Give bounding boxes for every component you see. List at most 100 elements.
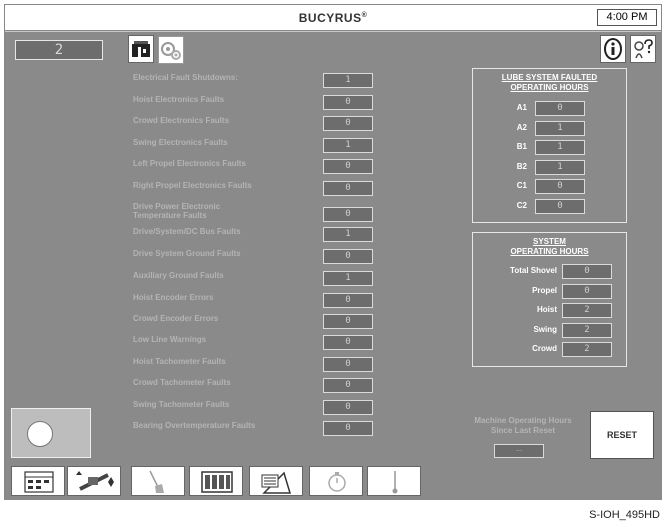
lube-label: A2 (516, 122, 527, 132)
fault-label: Hoist Electronics Faults (133, 95, 225, 104)
fault-label: Bearing Overtemperature Faults (133, 421, 256, 430)
lube-label: B2 (516, 161, 527, 171)
fault-label: Crowd Tachometer Faults (133, 378, 231, 387)
brand-title: BUCYRUS® (298, 11, 368, 25)
tab-bar (122, 32, 661, 64)
fault-row: Swing Tachometer Faults 0 (133, 400, 373, 416)
system-label: Crowd (532, 344, 557, 353)
tool-bins[interactable] (189, 466, 243, 496)
fault-label: Auxiliary Ground Faults (133, 271, 224, 280)
left-panel: 2 (5, 32, 122, 462)
fault-row: Right Propel Electronics Faults 0 (133, 181, 373, 197)
info-button[interactable] (600, 35, 626, 63)
gears-icon (161, 42, 181, 60)
tool-brush[interactable] (131, 466, 185, 496)
fault-count: 0 (323, 116, 373, 131)
fault-label: Crowd Encoder Errors (133, 314, 219, 323)
lube-hours: 1 (535, 140, 585, 155)
system-hours: 0 (562, 264, 612, 279)
fault-count: 0 (323, 357, 373, 372)
fault-label: Right Propel Electronics Faults (133, 181, 252, 190)
system-label: Total Shovel (510, 266, 557, 275)
fault-count: 1 (323, 138, 373, 153)
fault-count: 1 (323, 73, 373, 88)
fault-label: Crowd Electronics Faults (133, 116, 230, 125)
lube-hours: 0 (535, 198, 585, 214)
help-button[interactable] (630, 35, 656, 63)
system-hours: 2 (562, 303, 612, 318)
fault-row: Crowd Tachometer Faults 0 (133, 378, 373, 394)
fault-row: Crowd Electronics Faults 0 (133, 116, 373, 132)
fault-label: Low Line Warnings (133, 335, 207, 344)
fault-label: Drive System Ground Faults (133, 249, 241, 258)
lube-label: C2 (516, 200, 527, 210)
fault-label: Swing Electronics Faults (133, 138, 228, 147)
system-hours: 2 (562, 342, 612, 357)
fault-label: Swing Tachometer Faults (133, 400, 230, 409)
fault-row: Low Line Warnings 0 (133, 335, 373, 351)
system-hours: 2 (562, 322, 612, 338)
triangle-note-icon (261, 471, 292, 494)
bins-icon (201, 471, 233, 493)
knob-icon[interactable] (27, 421, 53, 447)
fault-count: 0 (323, 293, 373, 308)
tab-shovel[interactable] (128, 35, 154, 63)
fault-row: Hoist Tachometer Faults 0 (133, 357, 373, 373)
figure-caption: S-IOH_495HD (589, 509, 660, 521)
fault-count: 0 (323, 95, 373, 110)
fault-row: Hoist Encoder Errors 0 (133, 293, 373, 309)
lube-label: A1 (516, 103, 527, 112)
tool-timer[interactable] (309, 466, 363, 496)
brush-icon (149, 470, 164, 493)
fault-row: Drive Power Electronic Temperature Fault… (133, 202, 373, 222)
lube-label: B1 (516, 142, 527, 151)
system-hours-panel: SYSTEM OPERATING HOURS Total Shovel 0 Prope… (472, 232, 627, 367)
lube-hours: 1 (535, 120, 585, 136)
joystick-icon (76, 471, 114, 491)
fault-row: Hoist Electronics Faults 0 (133, 95, 373, 111)
fault-row: Auxiliary Ground Faults 1 (133, 271, 373, 287)
fault-row: Bearing Overtemperature Faults 0 (133, 421, 373, 437)
fault-count: 0 (323, 159, 373, 174)
lube-system-panel: LUBE SYSTEM FAULTED OPERATING HOURS A1 0 A2… (472, 68, 627, 223)
fault-count: 0 (323, 400, 373, 415)
fault-row: Drive/System/DC Bus Faults 1 (133, 227, 373, 243)
lube-hours: 1 (535, 159, 585, 175)
fault-label: Left Propel Electronics Faults (133, 159, 246, 168)
fault-row: Drive System Ground Faults 0 (133, 249, 373, 265)
system-label: Propel (532, 285, 557, 295)
fault-count: 0 (323, 181, 373, 196)
mode-display: 2 (15, 40, 103, 60)
fault-count: 1 (323, 271, 373, 286)
help-icon (634, 39, 653, 59)
clock-display: 4:00 PM (597, 9, 657, 26)
fault-count: 0 (323, 421, 373, 436)
fault-label: Hoist Tachometer Faults (133, 357, 226, 366)
thermometer-icon (392, 471, 398, 494)
tab-gears[interactable] (158, 36, 184, 64)
fault-count: 0 (323, 207, 373, 222)
fault-row: Swing Electronics Faults 1 (133, 138, 373, 154)
top-bar: BUCYRUS® 4:00 PM (5, 5, 661, 31)
shovel-icon (132, 41, 150, 57)
knob-control[interactable] (11, 408, 91, 458)
lube-title: LUBE SYSTEM FAULTED OPERATING HOURS (501, 73, 598, 92)
fault-history-panel: Electrical Fault Shutdowns: 1 Hoist Electr… (122, 64, 661, 462)
lube-hours: 0 (535, 101, 585, 116)
display-icon (24, 471, 54, 493)
screen-frame: BUCYRUS® 4:00 PM 2 Electrical Fault Shut… (4, 4, 662, 500)
fault-row: Electrical Fault Shutdowns: 1 (133, 73, 373, 89)
tool-note[interactable] (249, 466, 303, 496)
fault-count: 1 (323, 227, 373, 242)
tool-thermometer[interactable] (367, 466, 421, 496)
fault-count: 0 (323, 249, 373, 264)
fault-row: Left Propel Electronics Faults 0 (133, 159, 373, 175)
reset-button[interactable]: RESET (590, 411, 654, 459)
fault-count: 0 (323, 335, 373, 350)
fault-label: Electrical Fault Shutdowns: (133, 73, 238, 82)
system-label: Swing (533, 324, 557, 334)
tool-display[interactable] (11, 466, 65, 496)
lube-label: C1 (516, 181, 527, 190)
tool-joystick[interactable] (67, 466, 121, 496)
system-label: Hoist (537, 305, 557, 314)
